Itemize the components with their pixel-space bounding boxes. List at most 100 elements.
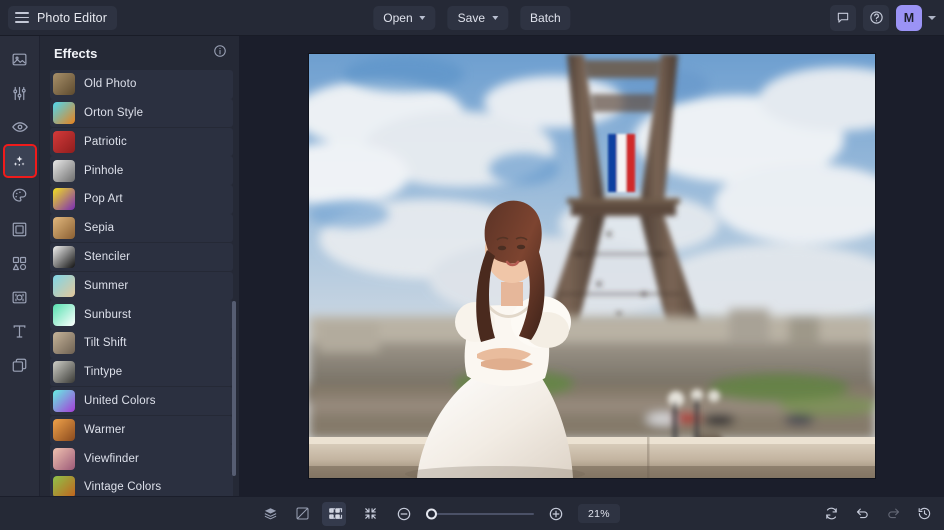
effect-label: Warmer [84, 423, 126, 436]
effects-scrollbar[interactable] [232, 301, 236, 476]
zoom-slider-knob[interactable] [426, 508, 437, 519]
effect-item[interactable]: Patriotic [50, 127, 233, 157]
effect-thumbnail [53, 418, 75, 441]
effect-item[interactable]: Vintage Colors [50, 473, 233, 496]
effect-item[interactable]: Stenciler [50, 242, 233, 272]
effect-label: Viewfinder [84, 452, 139, 465]
effect-thumbnail [53, 246, 75, 269]
zoom-in-icon [549, 507, 563, 520]
effect-label: Old Photo [84, 78, 137, 91]
effect-thumbnail [53, 217, 75, 240]
batch-button[interactable]: Batch [520, 5, 571, 30]
account-chevron-down-icon[interactable] [928, 15, 936, 20]
redo-icon [887, 508, 899, 519]
effect-label: Tilt Shift [84, 337, 127, 350]
image-icon [12, 53, 27, 65]
effect-label: Pinhole [84, 164, 124, 177]
undo-button[interactable] [850, 502, 874, 526]
effect-label: Sepia [84, 222, 115, 235]
open-button[interactable]: Open [373, 5, 436, 30]
zoom-slider-track [426, 512, 534, 515]
batch-label: Batch [530, 10, 561, 25]
effect-item[interactable]: Pop Art [50, 185, 233, 214]
effect-thumbnail [53, 303, 75, 326]
canvas-stage[interactable] [240, 36, 944, 496]
sidebar-item-shapes-tool[interactable] [5, 248, 35, 278]
reset-button[interactable] [819, 502, 843, 526]
effect-item[interactable]: Orton Style [50, 98, 233, 128]
app-menu-button[interactable]: Photo Editor [8, 5, 117, 30]
sidebar-item-layers-tool[interactable] [5, 350, 35, 380]
help-button[interactable] [863, 4, 889, 31]
frame-icon [12, 222, 27, 236]
zoom-level-value[interactable]: 21% [578, 504, 620, 523]
effect-label: Stenciler [84, 251, 131, 264]
chevron-down-icon [492, 16, 499, 20]
save-button[interactable]: Save [447, 5, 509, 30]
zoom-out-button[interactable] [392, 502, 416, 526]
compare-button[interactable] [290, 502, 314, 526]
effect-label: Summer [84, 279, 129, 292]
effect-item[interactable]: Tilt Shift [50, 329, 233, 358]
open-label: Open [383, 10, 413, 25]
sidebar-item-color-tool[interactable] [5, 180, 35, 210]
effect-item[interactable]: Summer [50, 271, 233, 301]
info-circle-icon [214, 44, 226, 57]
panel-info-button[interactable] [213, 44, 227, 63]
history-button[interactable] [912, 502, 936, 526]
app-title: Photo Editor [37, 10, 107, 25]
sidebar-item-image-tool[interactable] [5, 44, 35, 74]
crop-focus-icon [12, 291, 27, 303]
effect-item[interactable]: Warmer [50, 415, 233, 445]
sidebar-item-retouch-tool[interactable] [5, 112, 35, 142]
effect-thumbnail [53, 361, 75, 384]
layers-stack-icon [264, 508, 276, 520]
feedback-button[interactable] [830, 4, 856, 31]
fit-screen-icon [330, 508, 342, 519]
effect-item[interactable]: Pinhole [50, 156, 233, 185]
zoom-in-button[interactable] [544, 502, 568, 526]
effect-thumbnail [53, 390, 75, 413]
history-icon [918, 507, 930, 520]
fit-screen-button[interactable] [324, 502, 348, 526]
sidebar-item-effects-tool[interactable] [2, 144, 37, 178]
effect-thumbnail [53, 130, 75, 153]
effect-label: Orton Style [84, 107, 144, 120]
palette-icon [12, 188, 27, 202]
effect-item[interactable]: Tintype [50, 357, 233, 387]
user-avatar[interactable]: M [896, 4, 922, 31]
effects-list[interactable]: Old Photo Orton Style Patriotic Pinhole Pop … [40, 70, 239, 496]
layers-button[interactable] [258, 502, 282, 526]
effect-item[interactable]: Sepia [50, 213, 233, 243]
effect-item[interactable]: Old Photo [50, 70, 233, 99]
effects-panel-header: Effects [40, 36, 239, 70]
effect-label: United Colors [84, 395, 156, 408]
sidebar-item-text-tool[interactable] [5, 316, 35, 346]
text-icon [13, 324, 26, 338]
bottom-toolbar: 21% [0, 496, 944, 530]
zoom-controls: 21% [324, 502, 620, 526]
effect-item[interactable]: Viewfinder [50, 444, 233, 473]
sidebar-item-adjust-tool[interactable] [5, 78, 35, 108]
effect-label: Patriotic [84, 135, 127, 148]
sparkles-icon [13, 155, 25, 166]
redo-button[interactable] [881, 502, 905, 526]
shrink-icon [364, 508, 376, 519]
undo-icon [856, 508, 868, 519]
sidebar-item-frame-tool[interactable] [5, 214, 35, 244]
sidebar-item-crop-tool[interactable] [5, 282, 35, 312]
zoom-slider[interactable] [426, 508, 534, 519]
panel-title: Effects [54, 45, 98, 61]
effect-thumbnail [53, 447, 75, 470]
photo-canvas[interactable] [309, 54, 875, 478]
effect-thumbnail [53, 476, 75, 496]
compare-icon [296, 507, 309, 520]
effect-item[interactable]: United Colors [50, 386, 233, 416]
tool-rail [0, 36, 40, 496]
stack-copy-icon [12, 358, 27, 372]
effect-thumbnail [53, 188, 75, 211]
actual-size-button[interactable] [358, 502, 382, 526]
effect-item[interactable]: Sunburst [50, 300, 233, 329]
shapes-icon [12, 256, 27, 270]
top-right-actions: M [830, 4, 936, 31]
